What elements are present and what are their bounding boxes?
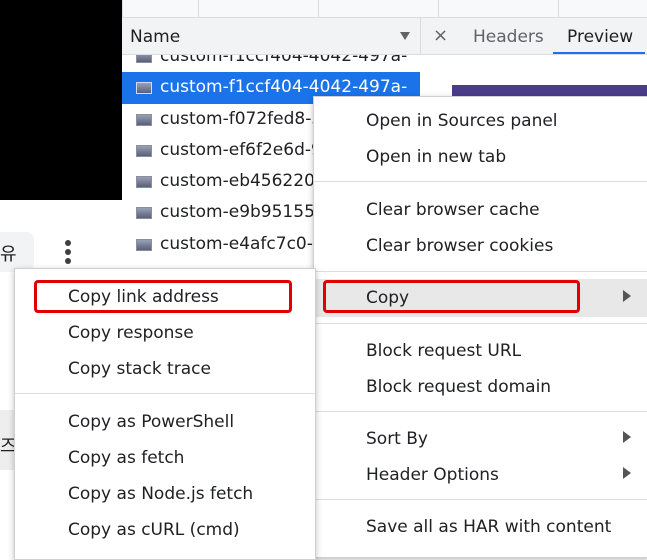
menu-item-sort-by[interactable]: Sort By: [314, 429, 647, 453]
submenu-arrow-icon: [623, 431, 631, 443]
submenu-arrow-icon: [623, 290, 631, 302]
menu-item-copy-response[interactable]: Copy response: [15, 323, 315, 347]
file-icon: [136, 113, 152, 126]
request-row[interactable]: custom-f1ccf404-4042-497a-: [122, 55, 420, 72]
timeline-strip: [122, 0, 647, 18]
menu-item-copy-as-powershell[interactable]: Copy as PowerShell: [15, 412, 315, 436]
menu-item-copy-as-curl-cmd[interactable]: Copy as cURL (cmd): [15, 520, 315, 544]
name-column-header[interactable]: Name: [122, 18, 421, 55]
page-dark-area: [0, 0, 122, 200]
close-icon[interactable]: ×: [433, 25, 448, 46]
file-icon: [136, 176, 152, 189]
tab-headers[interactable]: Headers: [473, 27, 544, 47]
annotation-box-copy-link: [34, 280, 292, 313]
menu-separator: [314, 271, 647, 272]
tab-preview[interactable]: Preview: [567, 27, 633, 47]
menu-item-save-har[interactable]: Save all as HAR with content: [314, 517, 647, 541]
menu-item-header-options[interactable]: Header Options: [314, 465, 647, 489]
vertical-dots-icon[interactable]: [64, 240, 72, 270]
menu-item-block-domain[interactable]: Block request domain: [314, 377, 647, 401]
menu-item-copy-stack-trace[interactable]: Copy stack trace: [15, 359, 315, 383]
sort-down-icon[interactable]: [400, 32, 410, 40]
menu-item-copy-as-fetch[interactable]: Copy as fetch: [15, 448, 315, 472]
menu-separator: [314, 181, 647, 182]
menu-item-clear-cookies[interactable]: Clear browser cookies: [314, 236, 647, 260]
menu-separator: [15, 393, 315, 394]
menu-item-block-url[interactable]: Block request URL: [314, 341, 647, 365]
file-icon: [136, 238, 152, 251]
menu-separator: [314, 411, 647, 412]
context-menu: Open in Sources panel Open in new tab Cl…: [313, 96, 647, 558]
menu-separator: [314, 323, 647, 324]
name-column-label: Name: [130, 27, 181, 47]
details-tab-bar: × Headers Preview: [421, 18, 647, 55]
file-icon: [136, 55, 152, 63]
menu-item-open-in-sources[interactable]: Open in Sources panel: [314, 111, 647, 135]
annotation-box-copy: [323, 280, 580, 313]
active-tab-indicator: [553, 52, 645, 54]
submenu-arrow-icon: [623, 467, 631, 479]
menu-item-open-in-new-tab[interactable]: Open in new tab: [314, 147, 647, 171]
file-icon: [136, 144, 152, 157]
file-icon: [136, 207, 152, 220]
menu-separator: [314, 499, 647, 500]
menu-item-copy-as-nodejs-fetch[interactable]: Copy as Node.js fetch: [15, 484, 315, 508]
menu-item-clear-cache[interactable]: Clear browser cache: [314, 200, 647, 224]
page-chip-text: 유: [0, 244, 17, 265]
file-icon: [136, 82, 152, 95]
